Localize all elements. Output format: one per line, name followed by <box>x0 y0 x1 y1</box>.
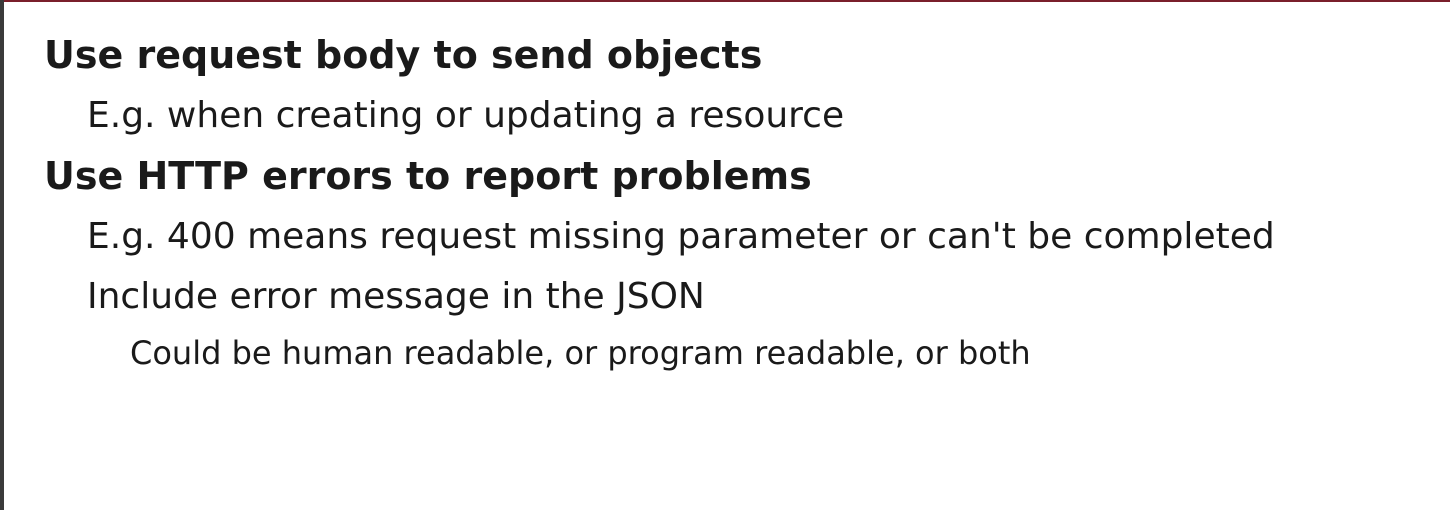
bullet-subitem-creating-updating: E.g. when creating or updating a resourc… <box>87 95 845 136</box>
bullet-subitem-400-meaning: E.g. 400 means request missing parameter… <box>87 216 1275 257</box>
bullet-subitem-error-message: Include error message in the JSON <box>87 276 705 317</box>
bullet-heading-http-errors: Use HTTP errors to report problems <box>44 154 812 198</box>
slide-content: Use request body to send objects E.g. wh… <box>0 0 1450 510</box>
bullet-subsubitem-readable: Could be human readable, or program read… <box>130 334 1031 372</box>
bullet-heading-request-body: Use request body to send objects <box>44 33 763 77</box>
